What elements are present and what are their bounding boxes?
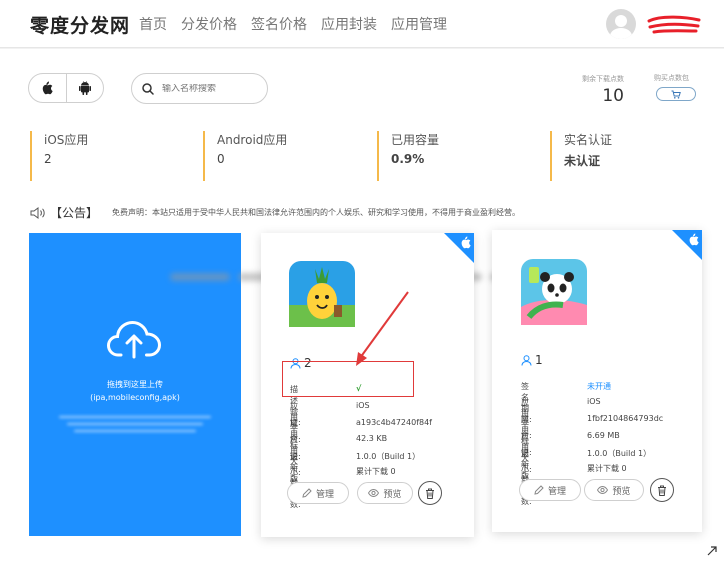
nav-app-management[interactable]: 应用管理: [391, 14, 447, 34]
manage-button[interactable]: 管理: [287, 482, 349, 504]
annotation-arrow: [356, 291, 409, 366]
preview-button[interactable]: 预览: [357, 482, 413, 504]
platform-switch: [28, 73, 104, 103]
apple-icon: [689, 233, 699, 246]
detail-value[interactable]: 未开通: [587, 381, 611, 392]
stat-value: 0: [217, 152, 225, 166]
redacted-username-scribble: [647, 15, 701, 34]
eye-icon: [368, 489, 380, 497]
nav-distribution-pricing[interactable]: 分发价格: [181, 14, 237, 34]
detail-value: a193c4b47240f84f: [356, 418, 432, 427]
stat-value: 未认证: [564, 154, 601, 168]
preview-button[interactable]: 预览: [584, 479, 644, 501]
detail-value: 累计下载 0: [587, 464, 627, 473]
preview-button-label: 预览: [383, 489, 402, 500]
upload-instruction: 拖拽到这里上传: [107, 380, 163, 389]
user-icon: [521, 354, 532, 366]
app-icon-panda: [521, 259, 587, 325]
upload-file-types: (ipa,mobileconfig,apk): [90, 393, 180, 402]
app-icon-pineapple: [289, 261, 355, 327]
cloud-upload-icon: [107, 320, 161, 359]
delete-button[interactable]: [418, 481, 442, 505]
app-card: 1 签名期限: 未开通 应用平台: iOS 应用标识: 1fbf2104864793d…: [492, 230, 702, 532]
nav-home[interactable]: 首页: [139, 14, 167, 34]
android-platform-button[interactable]: [65, 74, 103, 102]
trash-icon: [658, 485, 666, 496]
upload-blurred-text: [59, 411, 211, 447]
speaker-icon: [30, 206, 45, 219]
detail-value: iOS: [587, 397, 601, 406]
manage-button[interactable]: 管理: [519, 479, 581, 501]
remaining-downloads-value: 10: [602, 86, 624, 106]
preview-button-label: 预览: [612, 486, 631, 497]
stat-label: 已用容量: [391, 133, 440, 147]
top-navbar: 零度分发网 首页 分发价格 签名价格 应用封装 应用管理: [0, 0, 724, 48]
nav-app-packaging[interactable]: 应用封装: [321, 14, 377, 34]
apple-icon: [43, 81, 54, 95]
stat-label: 实名认证: [564, 133, 613, 147]
manage-button-label: 管理: [547, 486, 566, 497]
detail-value: 累计下载 0: [356, 467, 396, 476]
detail-value: 1.0.0（Build 1）: [587, 449, 652, 458]
android-icon: [78, 81, 91, 95]
install-count: 1: [521, 353, 543, 367]
apple-platform-button[interactable]: [29, 74, 66, 102]
stat-used-capacity: 已用容量 0.9%: [377, 131, 439, 181]
pencil-icon: [302, 488, 312, 498]
buy-points-label: 购买点数包: [654, 74, 689, 82]
stat-real-name-auth: 实名认证 未认证: [550, 131, 612, 181]
pencil-icon: [534, 485, 544, 495]
buy-points-button[interactable]: [656, 87, 696, 101]
delete-button[interactable]: [650, 478, 674, 502]
eye-icon: [597, 486, 609, 494]
stat-android-apps: Android应用 0: [203, 131, 287, 181]
manage-button-label: 管理: [315, 489, 334, 500]
app-search-box[interactable]: [131, 73, 268, 104]
announcement-text: 免费声明：本站只适用于受中华人民共和国法律允许范围内的个人娱乐、研究和学习使用，…: [112, 208, 521, 217]
stat-ios-apps: iOS应用 2: [30, 131, 88, 181]
detail-value: 1fbf2104864793dc: [587, 414, 664, 423]
user-avatar[interactable]: [606, 9, 636, 39]
announcement-bar: 【公告】 免费声明：本站只适用于受中华人民共和国法律允许范围内的个人娱乐、研究和…: [30, 204, 520, 221]
stat-label: iOS应用: [44, 133, 89, 147]
trash-icon: [426, 488, 434, 499]
stat-label: Android应用: [217, 133, 288, 147]
announcement-title: 【公告】: [50, 206, 99, 220]
search-icon: [142, 82, 154, 95]
cart-icon: [671, 90, 681, 99]
stat-value: 0.9%: [391, 152, 425, 166]
nav-signing-pricing[interactable]: 签名价格: [251, 14, 307, 34]
install-count-value: 1: [535, 353, 543, 367]
stat-value: 2: [44, 152, 52, 166]
search-input[interactable]: [162, 83, 262, 94]
main-nav: 首页 分发价格 签名价格 应用封装 应用管理: [139, 14, 447, 34]
remaining-downloads-label: 剩余下载点数: [582, 75, 624, 83]
detail-value: 6.69 MB: [587, 431, 620, 440]
brand-logo-text[interactable]: 零度分发网: [30, 11, 130, 38]
apple-icon: [461, 236, 471, 249]
resize-arrow-icon[interactable]: [706, 545, 718, 557]
detail-value: iOS: [356, 401, 370, 410]
detail-value: 1.0.0（Build 1）: [356, 452, 421, 461]
detail-value: 42.3 KB: [356, 434, 388, 443]
